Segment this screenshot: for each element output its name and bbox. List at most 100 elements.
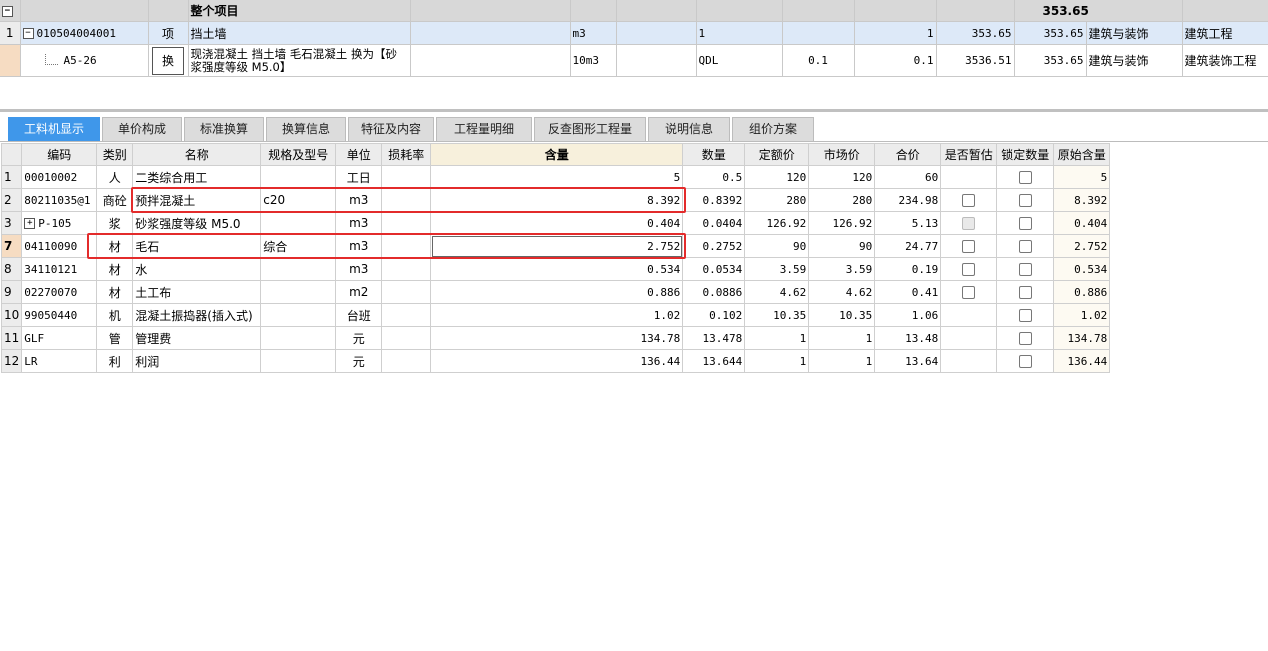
item-code-cell[interactable]: −010504004001 bbox=[20, 21, 149, 45]
quota-code-cell[interactable]: A5-26 bbox=[20, 44, 149, 77]
cell-name[interactable]: 预拌混凝土 bbox=[132, 188, 262, 212]
quota-qty[interactable]: 0.1 bbox=[854, 44, 937, 77]
tab-9[interactable]: 组价方案 bbox=[732, 117, 814, 141]
column-header-0[interactable]: 编码 bbox=[21, 143, 98, 166]
cell-qty[interactable]: 13.478 bbox=[682, 326, 746, 350]
cell-code[interactable]: 34110121 bbox=[21, 257, 98, 281]
column-header-6[interactable]: 含量 bbox=[430, 143, 684, 166]
tab-8[interactable]: 说明信息 bbox=[648, 117, 730, 141]
pane-splitter[interactable] bbox=[0, 109, 1268, 112]
lock-quantity-checkbox[interactable] bbox=[1018, 240, 1032, 253]
cell-content[interactable]: 0.534 bbox=[430, 257, 684, 281]
cell-name[interactable]: 混凝土振捣器(插入式) bbox=[132, 303, 262, 327]
cell-unit[interactable]: 元 bbox=[335, 349, 383, 373]
cell-cat[interactable]: 利 bbox=[96, 349, 134, 373]
column-header-13[interactable]: 原始含量 bbox=[1053, 143, 1111, 166]
column-header-4[interactable]: 单位 bbox=[335, 143, 383, 166]
cell-content[interactable]: 5 bbox=[430, 165, 684, 189]
cell-name[interactable]: 毛石 bbox=[132, 234, 262, 258]
lock-quantity-checkbox[interactable] bbox=[1018, 194, 1032, 207]
cell-name[interactable]: 二类综合用工 bbox=[132, 165, 262, 189]
cell-loss[interactable] bbox=[381, 280, 432, 304]
cell-quota[interactable]: 1 bbox=[744, 326, 810, 350]
cell-market[interactable]: 3.59 bbox=[808, 257, 876, 281]
provisional-checkbox[interactable] bbox=[962, 194, 976, 207]
cell-total[interactable]: 60 bbox=[874, 165, 942, 189]
cell-content[interactable]: 2.752 bbox=[430, 234, 684, 258]
cell-spec[interactable] bbox=[260, 165, 337, 189]
cell-content[interactable]: 0.886 bbox=[430, 280, 684, 304]
cell-cat[interactable]: 浆 bbox=[96, 211, 134, 235]
cell-spec[interactable]: c20 bbox=[260, 188, 337, 212]
cell-qty[interactable]: 0.8392 bbox=[682, 188, 746, 212]
resource-row[interactable]: 10 99050440 机混凝土振捣器(插入式) 台班 1.02 0.102 10.35 10… bbox=[0, 303, 1111, 327]
cell-market[interactable]: 4.62 bbox=[808, 280, 876, 304]
tab-1[interactable]: 工料机显示 bbox=[8, 117, 100, 141]
project-row[interactable]: − 整个项目 353.65 bbox=[0, 0, 1268, 22]
cell-total[interactable]: 0.41 bbox=[874, 280, 942, 304]
cell-quota[interactable]: 90 bbox=[744, 234, 810, 258]
cell-market[interactable]: 90 bbox=[808, 234, 876, 258]
cell-code[interactable]: 99050440 bbox=[21, 303, 98, 327]
lock-quantity-checkbox[interactable] bbox=[1018, 332, 1032, 345]
cell-unit[interactable]: m3 bbox=[335, 211, 383, 235]
cell-unit[interactable]: m3 bbox=[335, 234, 383, 258]
lock-quantity-checkbox[interactable] bbox=[1018, 263, 1032, 276]
cell-name[interactable]: 土工布 bbox=[132, 280, 262, 304]
quota-row[interactable]: A5-26 换 现浇混凝土 挡土墙 毛石混凝土 换为【砂浆强度等级 M5.0】 … bbox=[0, 44, 1268, 77]
column-header-11[interactable]: 是否暂估 bbox=[940, 143, 998, 166]
lock-quantity-checkbox[interactable] bbox=[1018, 309, 1032, 322]
cell-quota[interactable]: 3.59 bbox=[744, 257, 810, 281]
cell-unit[interactable]: m3 bbox=[335, 257, 383, 281]
cell-market[interactable]: 1 bbox=[808, 349, 876, 373]
tab-3[interactable]: 标准换算 bbox=[184, 117, 264, 141]
cell-content[interactable]: 8.392 bbox=[430, 188, 684, 212]
cell-total[interactable]: 13.64 bbox=[874, 349, 942, 373]
column-header-1[interactable]: 类别 bbox=[96, 143, 134, 166]
cell-unit[interactable]: 元 bbox=[335, 326, 383, 350]
cell-code[interactable]: 02270070 bbox=[21, 280, 98, 304]
bill-item-row[interactable]: 1 −010504004001 项 挡土墙 m3 1 1 353.65 353.… bbox=[0, 21, 1268, 45]
cell-content[interactable]: 136.44 bbox=[430, 349, 684, 373]
column-header-12[interactable]: 锁定数量 bbox=[996, 143, 1055, 166]
project-collapse-cell[interactable]: − bbox=[0, 0, 21, 22]
column-header-5[interactable]: 损耗率 bbox=[381, 143, 432, 166]
cell-spec[interactable] bbox=[260, 349, 337, 373]
cell-name[interactable]: 水 bbox=[132, 257, 262, 281]
cell-spec[interactable] bbox=[260, 326, 337, 350]
cell-spec[interactable] bbox=[260, 303, 337, 327]
column-header-3[interactable]: 规格及型号 bbox=[260, 143, 337, 166]
cell-quota[interactable]: 280 bbox=[744, 188, 810, 212]
cell-cat[interactable]: 机 bbox=[96, 303, 134, 327]
expand-icon[interactable]: + bbox=[24, 218, 36, 229]
cell-total[interactable]: 5.13 bbox=[874, 211, 942, 235]
tab-5[interactable]: 特征及内容 bbox=[348, 117, 434, 141]
cell-unit[interactable]: 台班 bbox=[335, 303, 383, 327]
lock-quantity-checkbox[interactable] bbox=[1018, 286, 1032, 299]
cell-market[interactable]: 10.35 bbox=[808, 303, 876, 327]
collapse-icon[interactable]: − bbox=[2, 5, 13, 17]
quota-name[interactable]: 现浇混凝土 挡土墙 毛石混凝土 换为【砂浆强度等级 M5.0】 bbox=[188, 44, 411, 77]
cell-total[interactable]: 24.77 bbox=[874, 234, 942, 258]
cell-cat[interactable]: 商砼 bbox=[96, 188, 134, 212]
cell-loss[interactable] bbox=[381, 303, 432, 327]
cell-loss[interactable] bbox=[381, 234, 432, 258]
resource-row[interactable]: 7 04110090 材毛石 综合 m3 2.752 0.2752 90 90 24.77 2.75… bbox=[0, 234, 1111, 258]
resource-row[interactable]: 9 02270070 材土工布 m2 0.886 0.0886 4.62 4.62 0.41 0.… bbox=[0, 280, 1111, 304]
provisional-checkbox[interactable] bbox=[962, 263, 976, 276]
resource-row[interactable]: 2 80211035@1 商砼 预拌混凝土 c20 m3 8.392 0.8392 280 280… bbox=[0, 188, 1111, 212]
tab-4[interactable]: 换算信息 bbox=[266, 117, 346, 141]
cell-spec[interactable] bbox=[260, 257, 337, 281]
cell-total[interactable]: 13.48 bbox=[874, 326, 942, 350]
item-qty[interactable]: 1 bbox=[854, 21, 937, 45]
collapse-icon[interactable]: − bbox=[22, 28, 34, 39]
cell-qty[interactable]: 0.5 bbox=[682, 165, 746, 189]
provisional-checkbox[interactable] bbox=[962, 240, 976, 253]
cell-total[interactable]: 1.06 bbox=[874, 303, 942, 327]
column-header-8[interactable]: 定额价 bbox=[744, 143, 810, 166]
cell-cat[interactable]: 管 bbox=[96, 326, 134, 350]
cell-total[interactable]: 234.98 bbox=[874, 188, 942, 212]
cell-code[interactable]: 00010002 bbox=[21, 165, 98, 189]
lock-quantity-checkbox[interactable] bbox=[1018, 171, 1032, 184]
resource-row[interactable]: 8 34110121 材水 m3 0.534 0.0534 3.59 3.59 0.19 0.53… bbox=[0, 257, 1111, 281]
